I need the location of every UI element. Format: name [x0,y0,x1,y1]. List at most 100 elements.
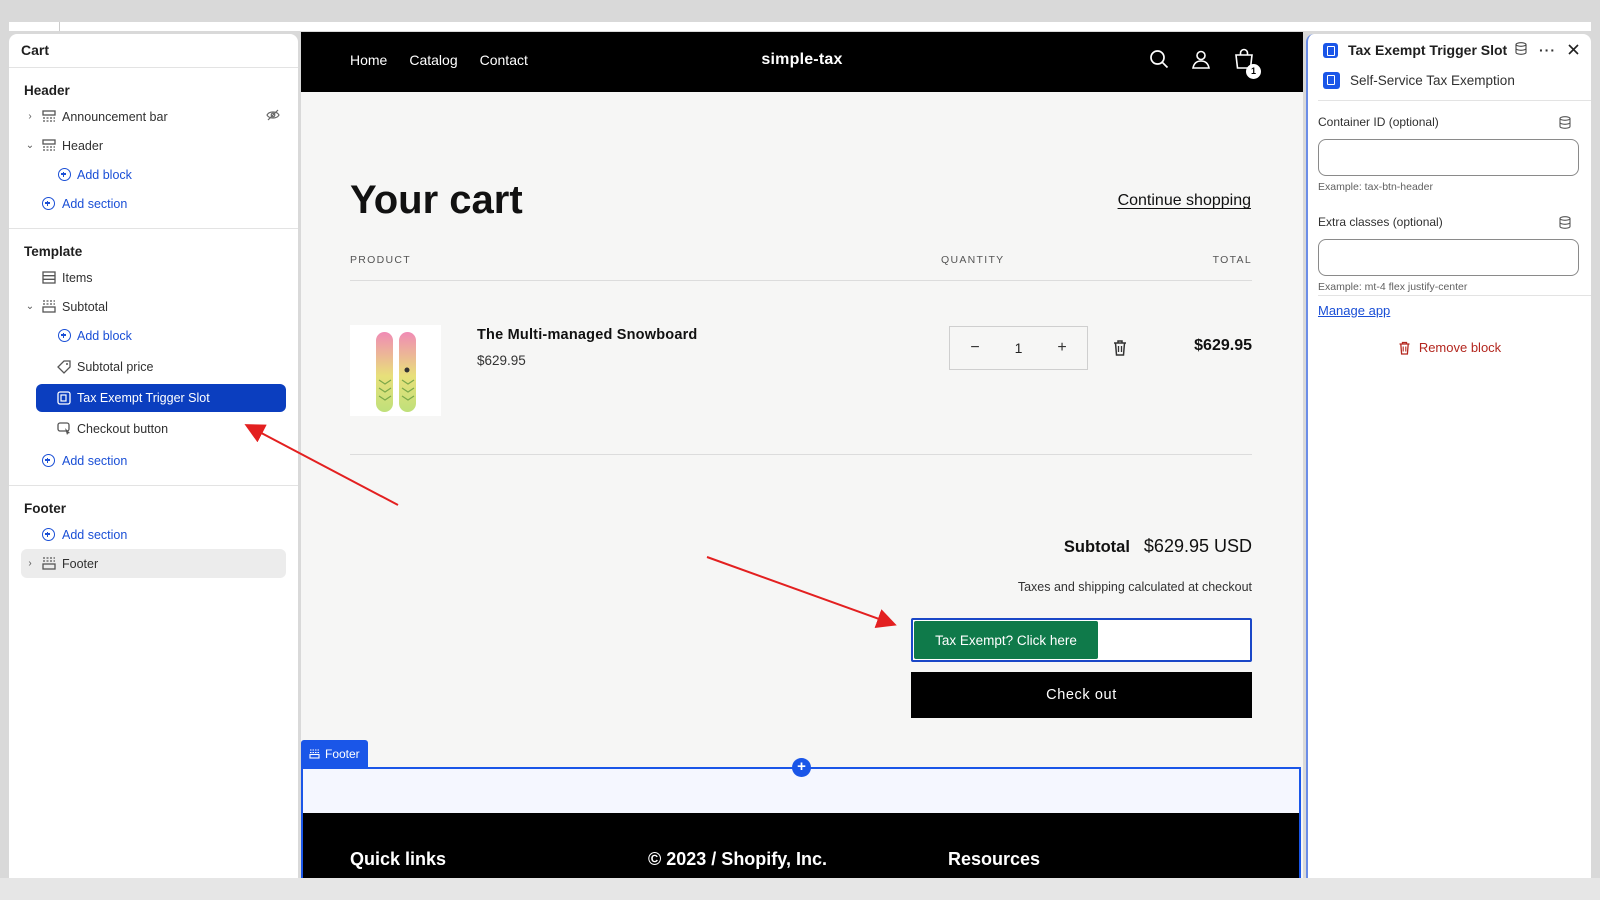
tax-note: Taxes and shipping calculated at checkou… [1017,580,1252,594]
plus-circle-icon [40,196,56,212]
subtotal-label: Subtotal [1063,538,1130,556]
store-footer: Quick links © 2023 / Shopify, Inc. Resou… [303,813,1299,878]
database-icon[interactable] [1559,216,1571,229]
app-block-icon [56,390,72,406]
add-section-label: Add section [62,196,128,211]
container-id-input[interactable] [1318,139,1579,176]
database-icon[interactable] [1559,116,1571,129]
footer-resources: Resources [948,849,1041,869]
more-icon[interactable]: ··· [1539,42,1556,58]
sidebar-item-label: Footer [62,556,99,571]
cart-subtotal: Subtotal $629.95 USD [1064,536,1252,557]
add-block-button[interactable]: Add block [9,321,298,350]
product-image[interactable] [350,325,441,416]
section-icon [309,749,320,759]
section-icon [41,556,57,572]
price-tag-icon [56,359,72,375]
extra-classes-help: Example: mt-4 flex justify-center [1318,281,1468,293]
sidebar-item-label: Subtotal price [77,360,154,374]
footer-section-tag[interactable]: Footer [301,740,368,768]
line-item-total: $629.95 [1194,337,1252,354]
sidebar-item-header[interactable]: ⌄ Header [9,131,298,160]
sidebar-item-label: Announcement bar [62,109,168,124]
account-icon[interactable] [1191,49,1211,74]
close-icon[interactable] [1568,42,1579,58]
header-icons: 1 [1149,48,1261,79]
eye-off-icon[interactable] [266,109,280,124]
chevron-down-icon[interactable]: ⌄ [25,140,35,151]
template-group: Template Items ⌄ Subtotal Add block Subt… [9,229,298,486]
sidebar-item-footer[interactable]: › Footer [21,549,286,578]
sidebar-item-subtotal[interactable]: ⌄ Subtotal [9,292,298,321]
section-sidebar: Cart Header › Announcement bar ⌄ Header … [9,34,298,878]
add-section-label: Add section [62,453,128,468]
sidebar-item-checkout-button[interactable]: Checkout button [9,412,298,446]
section-icon [41,109,57,125]
manage-app-link[interactable]: Manage app [1318,303,1390,318]
block-settings-panel: Tax Exempt Trigger Slot ··· Self-Service… [1306,34,1591,878]
product-name[interactable]: The Multi-managed Snowboard [477,327,698,343]
continue-shopping-link[interactable]: Continue shopping [1118,192,1251,210]
search-icon[interactable] [1149,49,1169,74]
panel-title: Tax Exempt Trigger Slot [1348,42,1508,58]
sidebar-item-subtotal-price[interactable]: Subtotal price [9,350,298,384]
add-section-button[interactable]: Add section [9,189,298,218]
sidebar-item-label: Checkout button [77,422,169,436]
app-icon [1323,42,1338,58]
column-header-total: TOTAL [1212,254,1252,266]
add-section-label: Add section [62,527,128,542]
quantity-decrease-button[interactable]: − [968,339,982,357]
add-section-plus-button[interactable]: + [792,758,811,777]
sidebar-item-announcement-bar[interactable]: › Announcement bar [9,102,298,131]
quantity-increase-button[interactable]: + [1055,339,1069,357]
footer-tag-label: Footer [325,747,360,761]
sidebar-title: Cart [9,34,298,68]
add-section-button[interactable]: Add section [9,446,298,475]
remove-block-button[interactable]: Remove block [1308,340,1591,355]
footer-group-title: Footer [24,501,66,516]
sidebar-item-items[interactable]: Items [9,263,298,292]
add-block-label: Add block [77,167,132,182]
sidebar-item-label: Header [62,138,103,153]
tax-exempt-button[interactable]: Tax Exempt? Click here [914,621,1098,659]
quantity-value[interactable]: 1 [1015,340,1023,356]
trash-icon[interactable] [1112,339,1128,357]
top-strip [9,22,1591,31]
panel-app-source: Self-Service Tax Exemption [1323,72,1515,89]
footer-quick-links: Quick links [350,849,447,869]
quantity-stepper: − 1 + [949,326,1088,370]
chevron-right-icon[interactable]: › [25,558,35,569]
add-section-button[interactable]: Add section [9,520,298,549]
tax-exempt-slot: Tax Exempt? Click here [911,618,1252,662]
container-id-label: Container ID (optional) [1318,115,1439,129]
sidebar-item-label: Tax Exempt Trigger Slot [77,391,210,405]
section-icon [41,299,57,315]
panel-tools: ··· [1515,42,1579,58]
header-group-title: Header [24,83,70,98]
cursor-button-icon [56,421,72,437]
plus-circle-icon [56,328,72,344]
panel-header: Tax Exempt Trigger Slot [1323,42,1507,58]
column-header-product: PRODUCT [350,254,412,266]
extra-classes-input[interactable] [1318,239,1579,276]
chevron-right-icon[interactable]: › [25,111,35,122]
store-preview: Home Catalog Contact simple-tax 1 Your c… [301,32,1303,878]
container-id-help: Example: tax-btn-header [1318,181,1433,193]
database-icon[interactable] [1515,42,1527,58]
divider [350,280,1252,281]
remove-block-label: Remove block [1418,340,1502,355]
footer-copyright: © 2023 / Shopify, Inc. [648,849,827,869]
sidebar-item-label: Items [62,270,93,285]
section-icon [41,138,57,154]
template-group-title: Template [24,244,83,259]
add-block-button[interactable]: Add block [9,160,298,189]
trash-icon [1399,341,1410,355]
cart-icon[interactable]: 1 [1233,48,1261,79]
list-icon [41,270,57,286]
divider [1318,100,1591,101]
checkout-button[interactable]: Check out [911,672,1252,718]
divider [350,454,1252,455]
sidebar-item-tax-exempt-trigger-slot[interactable]: Tax Exempt Trigger Slot [36,384,286,412]
extra-classes-label: Extra classes (optional) [1318,215,1443,229]
chevron-down-icon[interactable]: ⌄ [25,301,35,312]
